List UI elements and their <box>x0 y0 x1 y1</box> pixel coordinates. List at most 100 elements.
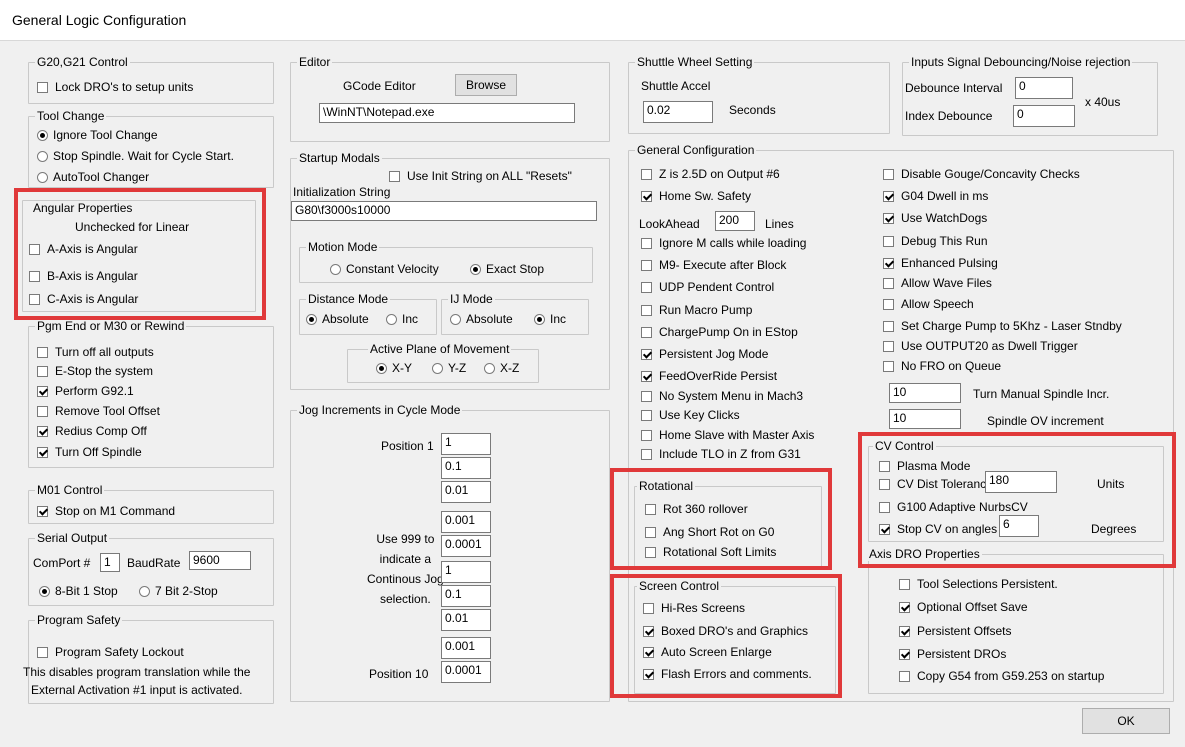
use-key-clicks-checkbox[interactable]: Use Key Clicks <box>641 408 740 422</box>
jog-increment-field[interactable]: 0.1 <box>441 585 491 607</box>
run-macro-pump-checkbox[interactable]: Run Macro Pump <box>641 303 752 317</box>
ok-button[interactable]: OK <box>1082 708 1170 734</box>
udp-pendent-checkbox[interactable]: UDP Pendent Control <box>641 280 774 294</box>
checkbox-box[interactable] <box>899 648 910 660</box>
jog-increment-field[interactable]: 0.001 <box>441 637 491 659</box>
checkbox-box[interactable] <box>37 646 48 658</box>
checkbox-box[interactable] <box>883 235 894 247</box>
no-system-menu-checkbox[interactable]: No System Menu in Mach3 <box>641 389 803 403</box>
checkbox-box[interactable] <box>641 281 652 293</box>
jog-increment-field[interactable]: 0.0001 <box>441 661 491 683</box>
checkbox-box[interactable] <box>899 670 910 682</box>
radio-dot[interactable] <box>484 362 495 374</box>
use-init-string-checkbox[interactable]: Use Init String on ALL "Resets" <box>389 169 572 183</box>
ignore-m-calls-checkbox[interactable]: Ignore M calls while loading <box>641 236 806 250</box>
checkbox-box[interactable] <box>641 409 652 421</box>
radio-dot[interactable] <box>37 150 48 162</box>
checkbox-box[interactable] <box>883 257 894 269</box>
init-string-field[interactable]: G80\f3000s10000 <box>291 201 597 221</box>
radio-dot[interactable] <box>330 263 341 275</box>
checkbox-box[interactable] <box>883 212 894 224</box>
constant-velocity-radio[interactable]: Constant Velocity <box>330 262 439 276</box>
stop-spindle-radio[interactable]: Stop Spindle. Wait for Cycle Start. <box>37 149 234 163</box>
debounce-interval-field[interactable]: 0 <box>1015 77 1073 99</box>
copy-g54-checkbox[interactable]: Copy G54 from G59.253 on startup <box>899 669 1104 683</box>
home-sw-safety-checkbox[interactable]: Home Sw. Safety <box>641 189 751 203</box>
charge-pump-5khz-checkbox[interactable]: Set Charge Pump to 5Khz - Laser Stndby <box>883 319 1122 333</box>
remove-tool-offset-checkbox[interactable]: Remove Tool Offset <box>37 404 160 418</box>
plane-xz-radio[interactable]: X-Z <box>484 361 519 375</box>
jog-increment-field[interactable]: 0.1 <box>441 457 491 479</box>
estop-system-checkbox[interactable]: E-Stop the system <box>37 364 153 378</box>
ij-inc-radio[interactable]: Inc <box>534 312 566 326</box>
checkbox-box[interactable] <box>641 168 652 180</box>
spindle-ov-field[interactable]: 10 <box>889 409 961 429</box>
checkbox-box[interactable] <box>37 405 48 417</box>
shuttle-accel-field[interactable]: 0.02 <box>643 101 713 123</box>
checkbox-box[interactable] <box>883 168 894 180</box>
radio-dot[interactable] <box>450 313 461 325</box>
distance-inc-radio[interactable]: Inc <box>386 312 418 326</box>
checkbox-box[interactable] <box>37 425 48 437</box>
z-25d-checkbox[interactable]: Z is 2.5D on Output #6 <box>641 167 780 181</box>
autotool-changer-radio[interactable]: AutoTool Changer <box>37 170 149 184</box>
persistent-offsets-checkbox[interactable]: Persistent Offsets <box>899 624 1011 638</box>
checkbox-box[interactable] <box>641 429 652 441</box>
plane-yz-radio[interactable]: Y-Z <box>432 361 466 375</box>
jog-increment-field[interactable]: 1 <box>441 433 491 455</box>
debug-this-run-checkbox[interactable]: Debug This Run <box>883 234 988 248</box>
lock-dro-checkbox[interactable]: Lock DRO's to setup units <box>37 80 193 94</box>
ij-absolute-radio[interactable]: Absolute <box>450 312 513 326</box>
comport-field[interactable]: 1 <box>100 553 120 572</box>
checkbox-box[interactable] <box>37 365 48 377</box>
enhanced-pulsing-checkbox[interactable]: Enhanced Pulsing <box>883 256 998 270</box>
checkbox-box[interactable] <box>37 81 48 93</box>
checkbox-box[interactable] <box>883 340 894 352</box>
checkbox-box[interactable] <box>641 190 652 202</box>
checkbox-box[interactable] <box>883 320 894 332</box>
lookahead-field[interactable]: 200 <box>715 211 755 231</box>
jog-increment-field[interactable]: 0.01 <box>441 481 491 503</box>
home-slave-checkbox[interactable]: Home Slave with Master Axis <box>641 428 814 442</box>
g04-dwell-checkbox[interactable]: G04 Dwell in ms <box>883 189 988 203</box>
index-debounce-field[interactable]: 0 <box>1013 105 1075 127</box>
radio-dot[interactable] <box>37 129 48 141</box>
checkbox-box[interactable] <box>883 277 894 289</box>
radio-dot[interactable] <box>139 585 150 597</box>
checkbox-box[interactable] <box>883 360 894 372</box>
checkbox-box[interactable] <box>883 298 894 310</box>
checkbox-box[interactable] <box>899 601 910 613</box>
perform-g92-checkbox[interactable]: Perform G92.1 <box>37 384 134 398</box>
checkbox-box[interactable] <box>37 385 48 397</box>
checkbox-box[interactable] <box>389 170 400 182</box>
radio-dot[interactable] <box>432 362 443 374</box>
editor-path-field[interactable]: \WinNT\Notepad.exe <box>319 103 575 123</box>
radio-dot[interactable] <box>39 585 50 597</box>
radio-dot[interactable] <box>386 313 397 325</box>
checkbox-box[interactable] <box>641 237 652 249</box>
turn-off-spindle-checkbox[interactable]: Turn Off Spindle <box>37 445 142 459</box>
jog-increment-field[interactable]: 0.01 <box>441 609 491 631</box>
radio-dot[interactable] <box>376 362 387 374</box>
baudrate-field[interactable]: 9600 <box>189 551 251 570</box>
plane-xy-radio[interactable]: X-Y <box>376 361 412 375</box>
program-safety-lockout-checkbox[interactable]: Program Safety Lockout <box>37 645 184 659</box>
allow-speech-checkbox[interactable]: Allow Speech <box>883 297 974 311</box>
use-watchdogs-checkbox[interactable]: Use WatchDogs <box>883 211 987 225</box>
turn-off-outputs-checkbox[interactable]: Turn off all outputs <box>37 345 154 359</box>
radio-dot[interactable] <box>37 171 48 183</box>
checkbox-box[interactable] <box>641 326 652 338</box>
persistent-dros-checkbox[interactable]: Persistent DROs <box>899 647 1006 661</box>
output20-dwell-checkbox[interactable]: Use OUTPUT20 as Dwell Trigger <box>883 339 1078 353</box>
optional-offset-save-checkbox[interactable]: Optional Offset Save <box>899 600 1028 614</box>
checkbox-box[interactable] <box>641 370 652 382</box>
chargepump-estop-checkbox[interactable]: ChargePump On in EStop <box>641 325 798 339</box>
m9-execute-checkbox[interactable]: M9- Execute after Block <box>641 258 786 272</box>
radio-dot[interactable] <box>534 313 545 325</box>
disable-gouge-checkbox[interactable]: Disable Gouge/Concavity Checks <box>883 167 1080 181</box>
distance-absolute-radio[interactable]: Absolute <box>306 312 369 326</box>
ignore-tool-change-radio[interactable]: Ignore Tool Change <box>37 128 158 142</box>
include-tlo-checkbox[interactable]: Include TLO in Z from G31 <box>641 447 801 461</box>
checkbox-box[interactable] <box>37 346 48 358</box>
feedoverride-persist-checkbox[interactable]: FeedOverRide Persist <box>641 369 777 383</box>
